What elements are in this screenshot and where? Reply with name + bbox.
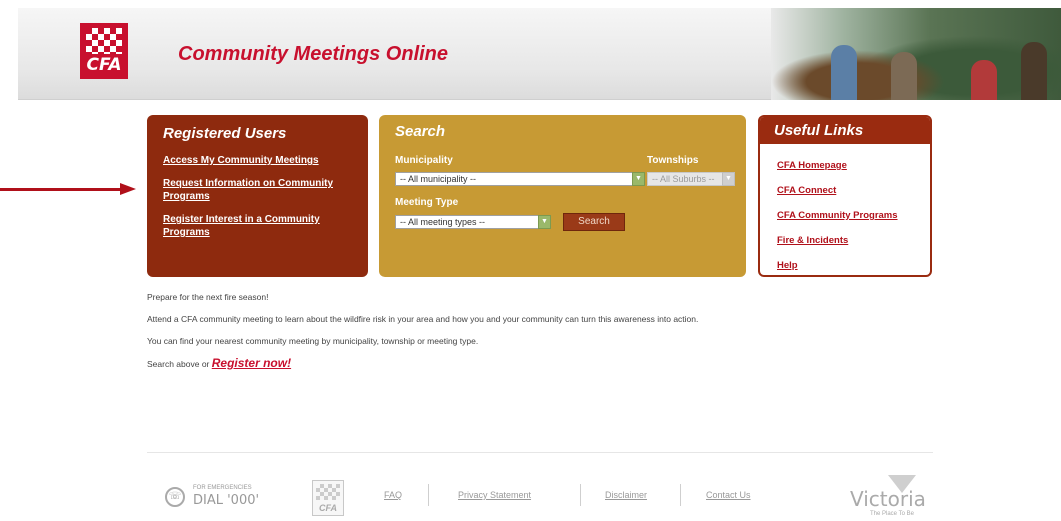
cfa-community-programs-link[interactable]: CFA Community Programs — [777, 208, 930, 223]
faq-link[interactable]: FAQ — [384, 490, 402, 500]
municipality-label: Municipality — [395, 155, 453, 166]
footer-separator — [428, 484, 429, 506]
logo-text: CFA — [86, 55, 122, 75]
search-panel: Search Municipality Townships -- All mun… — [379, 115, 746, 277]
search-above-text: Search above or — [147, 359, 210, 369]
register-interest-link[interactable]: Register Interest in a Community Program… — [163, 213, 352, 239]
disclaimer-link[interactable]: Disclaimer — [605, 490, 647, 500]
search-or-register-line: Search above or Register now! — [147, 356, 747, 370]
municipality-select[interactable]: -- All municipality -- ▼ — [395, 172, 645, 186]
photo-figure — [831, 45, 857, 100]
meeting-type-select[interactable]: -- All meeting types -- ▼ — [395, 215, 551, 229]
footer-separator — [580, 484, 581, 506]
townships-value: -- All Suburbs -- — [652, 174, 715, 184]
checkered-pattern — [316, 484, 340, 500]
annotation-arrow-icon — [120, 183, 136, 195]
footer-logo-text: CFA — [319, 503, 337, 513]
intro-paragraph: Prepare for the next fire season! — [147, 292, 269, 302]
registered-users-title: Registered Users — [163, 125, 287, 142]
townships-select[interactable]: -- All Suburbs -- ▼ — [647, 172, 735, 186]
site-header: CFA Community Meetings Online — [18, 8, 1061, 100]
emergency-number: DIAL '000' — [193, 493, 260, 508]
site-title: Community Meetings Online — [178, 43, 449, 65]
photo-figure — [891, 52, 917, 100]
intro-paragraph: Attend a CFA community meeting to learn … — [147, 314, 699, 324]
emergency-notice: ☏ FOR EMERGENCIES DIAL '000' — [165, 485, 259, 509]
chevron-down-icon[interactable]: ▼ — [722, 172, 735, 186]
search-title: Search — [395, 123, 446, 140]
chevron-down-icon[interactable]: ▼ — [632, 172, 645, 186]
useful-links-title: Useful Links — [760, 117, 930, 144]
footer-cfa-logo: CFA — [312, 480, 344, 516]
search-button[interactable]: Search — [563, 213, 625, 231]
victoria-tagline: The Place To Be — [870, 511, 914, 517]
victoria-logo: Victoria The Place To Be — [838, 475, 926, 517]
cfa-logo[interactable]: CFA — [80, 23, 128, 79]
victoria-text: Victoria — [850, 487, 926, 511]
annotation-arrow-line — [0, 188, 122, 191]
fire-incidents-link[interactable]: Fire & Incidents — [777, 233, 930, 248]
access-meetings-link[interactable]: Access My Community Meetings — [163, 154, 352, 167]
checkered-pattern — [86, 28, 122, 54]
meeting-type-label: Meeting Type — [395, 197, 459, 208]
photo-figure — [1021, 42, 1047, 100]
municipality-value: -- All municipality -- — [400, 174, 477, 184]
footer-separator — [680, 484, 681, 506]
request-info-link[interactable]: Request Information on Community Program… — [163, 177, 352, 203]
photo-figure — [971, 60, 997, 100]
useful-links-panel: Useful Links CFA Homepage CFA Connect CF… — [758, 115, 932, 277]
register-now-link[interactable]: Register now! — [212, 356, 291, 370]
registered-users-panel: Registered Users Access My Community Mee… — [147, 115, 368, 277]
chevron-down-icon[interactable]: ▼ — [538, 215, 551, 229]
meeting-type-value: -- All meeting types -- — [400, 217, 486, 227]
privacy-statement-link[interactable]: Privacy Statement — [458, 490, 531, 500]
phone-icon: ☏ — [165, 487, 185, 507]
help-link[interactable]: Help — [777, 258, 930, 273]
townships-label: Townships — [647, 155, 699, 166]
emergency-small-text: FOR EMERGENCIES — [193, 485, 252, 491]
cfa-homepage-link[interactable]: CFA Homepage — [777, 158, 930, 173]
cfa-connect-link[interactable]: CFA Connect — [777, 183, 930, 198]
contact-us-link[interactable]: Contact Us — [706, 490, 751, 500]
footer-divider — [147, 452, 933, 453]
intro-paragraph: You can find your nearest community meet… — [147, 336, 479, 346]
intro-content: Prepare for the next fire season! Attend… — [147, 292, 747, 381]
header-photo — [771, 8, 1061, 100]
